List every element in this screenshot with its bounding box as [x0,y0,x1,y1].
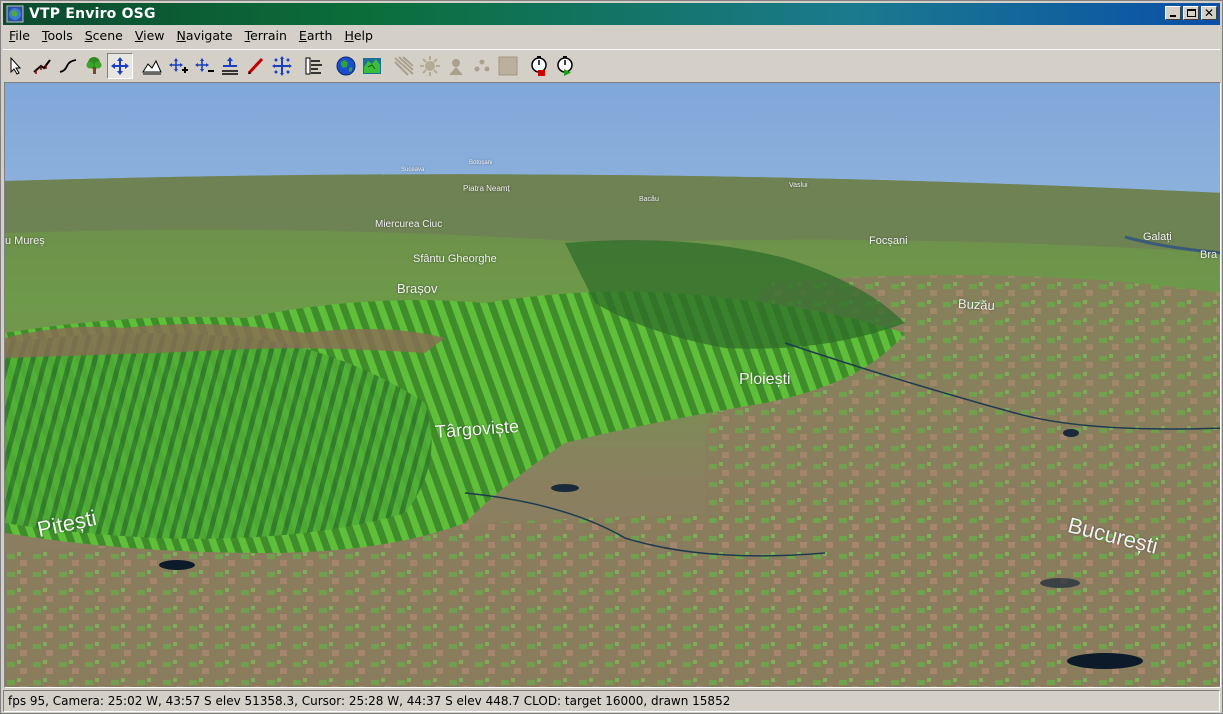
layers-icon [305,57,322,74]
zoom-in-nav-button[interactable] [165,53,191,79]
close-button[interactable]: ✕ [1201,6,1217,20]
tree-icon [86,56,102,74]
zoom-out-nav-button[interactable] [191,53,217,79]
place-label-botosani: Botoșani [469,160,493,166]
place-label-piatra-neamt: Piatra Neamț [463,184,510,193]
pan-arrows-icon [272,55,292,76]
menu-tools[interactable]: Tools [36,26,79,46]
camera-tripod-icon [449,58,463,75]
menu-scene[interactable]: Scene [79,26,129,46]
menu-file[interactable]: File [3,26,36,46]
sun-rays-button[interactable] [391,53,417,79]
blank-square-button[interactable] [495,53,521,79]
close-icon: ✕ [1204,6,1215,20]
toolbar-group-layers [301,53,327,79]
toolbar-group-timing [527,53,579,79]
dots-icon [474,59,490,71]
window-controls: ✕ [1165,6,1217,20]
toolbar-group-lighting [391,53,521,79]
minimize-icon [1170,15,1176,17]
layers-button[interactable] [301,53,327,79]
app-globe-icon [6,5,24,23]
sun-rays-icon [394,55,414,76]
place-label-suceava: Suceava [401,167,425,173]
dots-button[interactable] [469,53,495,79]
place-label-vaslui: Vaslui [789,182,808,189]
sun-icon [420,55,440,76]
stopwatch-red-icon [531,55,547,76]
place-label-ploiesti: Ploiești [739,371,791,388]
fence-icon [33,58,51,74]
select-button[interactable] [3,53,29,79]
3d-terrain-viewport[interactable]: Pitești Târgoviște Ploiești București Br… [4,82,1221,688]
title-bar[interactable]: VTP Enviro OSG ✕ [3,3,1220,25]
toolbar-group-earth [333,53,385,79]
status-bar: fps 95, Camera: 25:02 W, 43:57 S elev 51… [3,690,1220,712]
plant-button[interactable] [81,53,107,79]
toolbar [3,49,1220,81]
menu-bar: File Tools Scene View Navigate Terrain E… [3,26,1220,46]
select-arrow-icon [10,56,22,75]
sun-button[interactable] [417,53,443,79]
place-label-braila: Bra [1200,249,1218,261]
route-button[interactable] [55,53,81,79]
terrain-fly-button[interactable] [139,53,165,79]
menu-help[interactable]: Help [338,26,379,46]
menu-earth[interactable]: Earth [293,26,339,46]
stopwatch-red-button[interactable] [527,53,553,79]
menu-terrain[interactable]: Terrain [239,26,293,46]
blank-square-icon [498,56,518,75]
window-title: VTP Enviro OSG [29,6,156,22]
move-button[interactable] [107,52,133,79]
app-window: VTP Enviro OSG ✕ File Tools Scene View N… [0,0,1223,714]
pencil-line-icon [247,57,264,74]
route-icon [59,58,77,73]
place-label-targu-mures: u Mureș [5,235,45,247]
toolbar-group-edit [3,52,133,79]
place-label-sfantu-gheorghe: Sfântu Gheorghe [413,253,497,265]
menu-view[interactable]: View [129,26,171,46]
ground-elevation-icon [222,56,238,75]
minimize-button[interactable] [1165,6,1181,20]
place-label-miercurea-ciuc: Miercurea Ciuc [375,219,443,230]
place-label-focsani: Focșani [869,235,908,247]
terrain-map-icon [363,57,381,74]
place-label-brasov: Brașov [397,281,438,296]
toolbar-group-navigate [139,53,295,79]
camera-tripod-button[interactable] [443,53,469,79]
terrain-scene [5,83,1220,687]
ground-elevation-button[interactable] [217,53,243,79]
pan-button[interactable] [269,53,295,79]
zoom-in-nav-icon [169,57,188,73]
stopwatch-green-icon [557,55,573,76]
menu-navigate[interactable]: Navigate [171,26,239,46]
terrain-view-button[interactable] [359,53,385,79]
globe-icon [336,56,356,75]
status-text: fps 95, Camera: 25:02 W, 43:57 S elev 51… [8,694,731,708]
stopwatch-green-button[interactable] [553,53,579,79]
place-label-galati: Galați [1143,231,1172,243]
maximize-button[interactable] [1183,6,1199,20]
maximize-icon [1187,9,1196,17]
earth-view-button[interactable] [333,53,359,79]
draw-line-button[interactable] [243,53,269,79]
place-label-bacau: Bacău [639,196,659,203]
terrain-fly-icon [142,59,162,74]
move-cross-icon [111,56,129,75]
place-label-buzau: Buzău [957,296,996,313]
zoom-out-nav-icon [195,57,214,72]
fence-button[interactable] [29,53,55,79]
